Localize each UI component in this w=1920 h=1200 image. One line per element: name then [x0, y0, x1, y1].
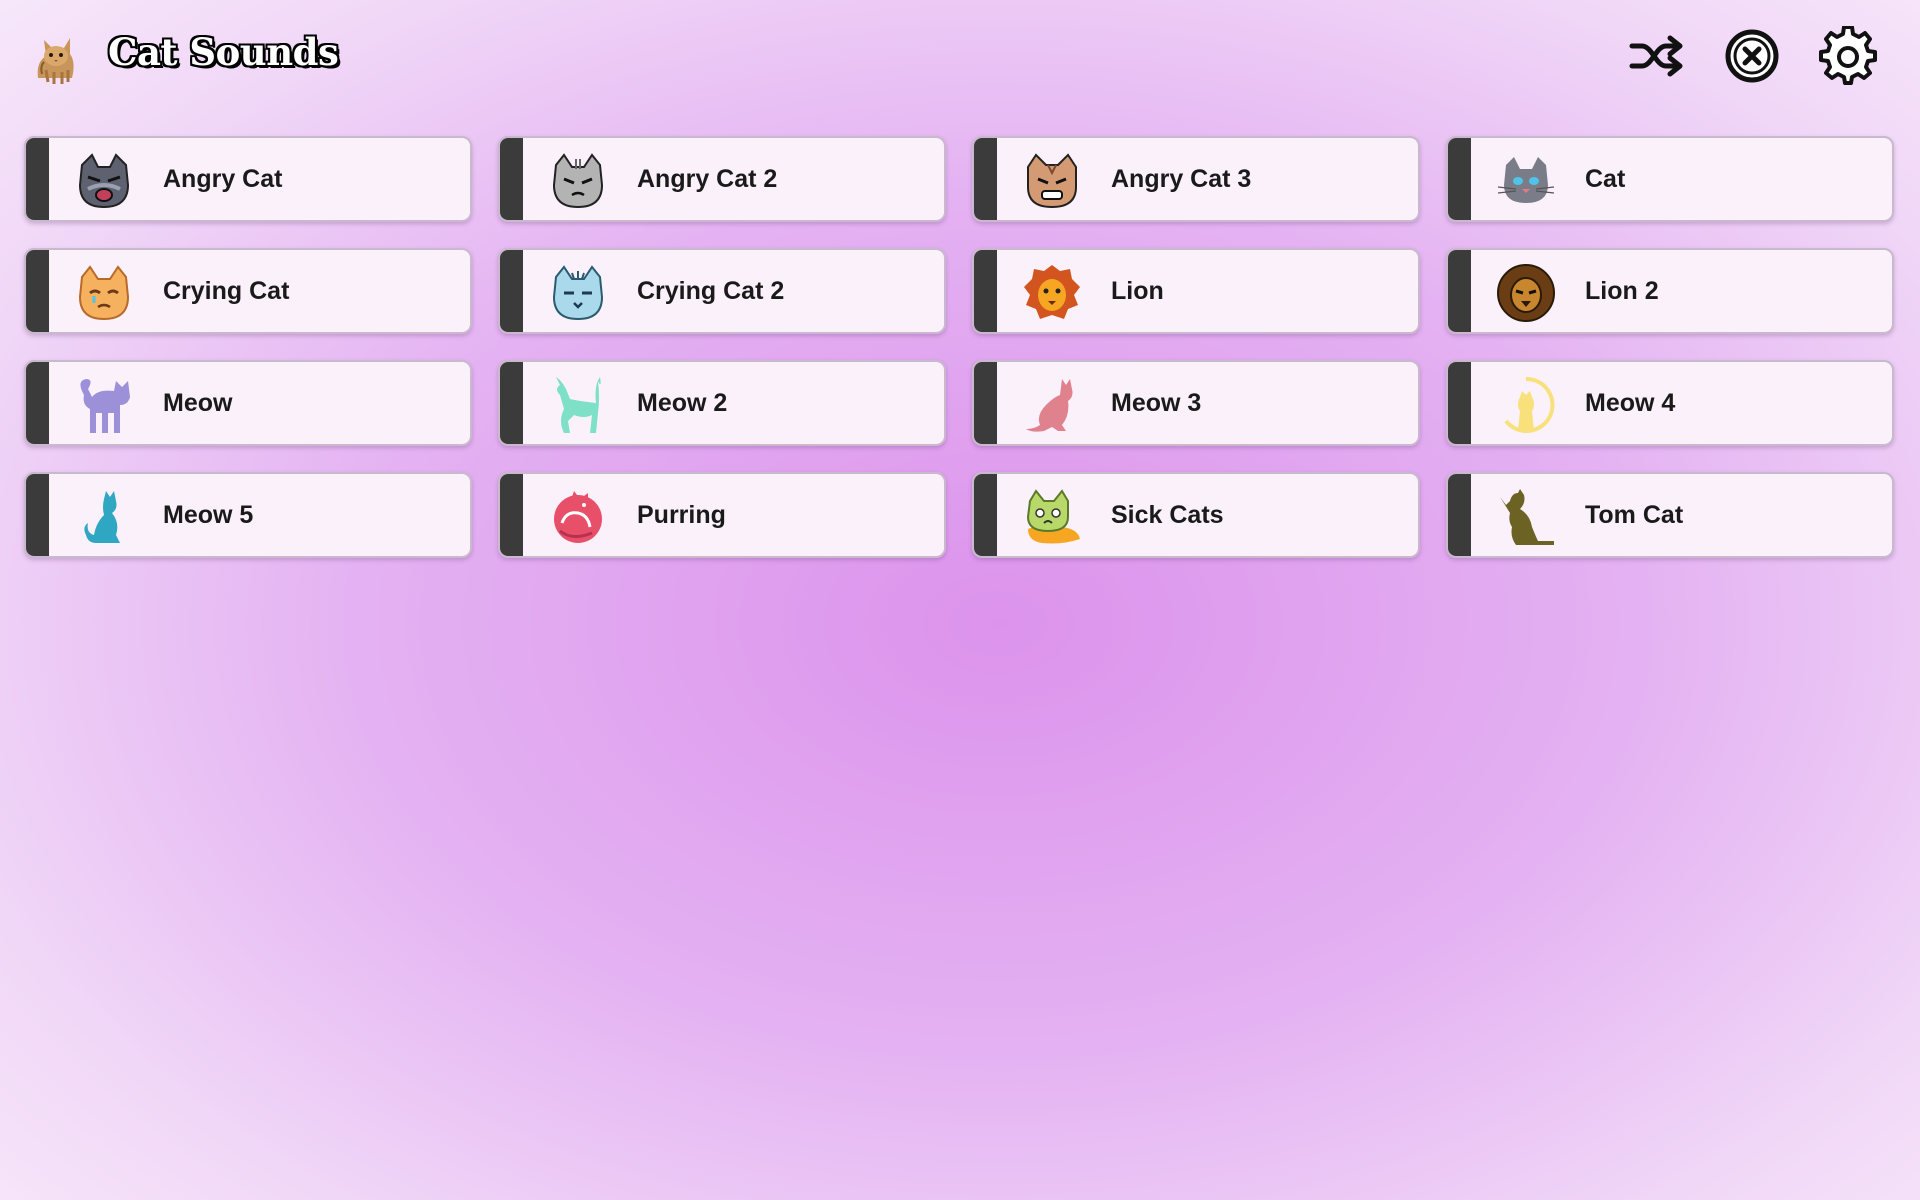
sound-label: Purring: [637, 501, 726, 529]
card-accent-bar: [1448, 250, 1471, 332]
sound-button-lion[interactable]: Lion: [972, 248, 1420, 334]
sound-label: Meow 5: [163, 501, 254, 529]
sound-button-lion-2[interactable]: Lion 2: [1446, 248, 1894, 334]
angry-cat-face-icon: [74, 151, 134, 211]
card-accent-bar: [500, 474, 523, 556]
card-accent-bar: [974, 138, 997, 220]
card-accent-bar: [26, 474, 49, 556]
card-accent-bar: [1448, 138, 1471, 220]
angry-cat-face-3-icon: [1022, 151, 1082, 211]
shuffle-icon: [1629, 35, 1683, 77]
crying-cat-face-icon: [74, 263, 134, 323]
lion-face-icon: [1022, 263, 1082, 323]
app-title: Cat Sounds: [108, 30, 339, 74]
card-accent-bar: [26, 138, 49, 220]
sound-button-sick-cats[interactable]: Sick Cats: [972, 472, 1420, 558]
sound-label: Cat: [1585, 165, 1626, 193]
tom-cat-silhouette-icon: [1496, 487, 1556, 547]
close-circle-icon: [1725, 29, 1779, 83]
cat-silhouette-2-icon: [548, 375, 608, 435]
sound-label: Meow 4: [1585, 389, 1676, 417]
sound-button-meow-4[interactable]: Meow 4: [1446, 360, 1894, 446]
sound-label: Angry Cat: [163, 165, 283, 193]
sound-label: Crying Cat: [163, 277, 290, 305]
card-accent-bar: [974, 474, 997, 556]
card-accent-bar: [974, 250, 997, 332]
card-accent-bar: [500, 362, 523, 444]
card-accent-bar: [500, 138, 523, 220]
cat-moon-icon: [1496, 375, 1556, 435]
sound-label: Tom Cat: [1585, 501, 1684, 529]
sound-button-cat[interactable]: Cat: [1446, 136, 1894, 222]
sound-button-meow[interactable]: Meow: [24, 360, 472, 446]
sound-label: Angry Cat 3: [1111, 165, 1252, 193]
sound-button-crying-cat-2[interactable]: Crying Cat 2: [498, 248, 946, 334]
curled-cat-icon: [548, 487, 608, 547]
card-accent-bar: [26, 250, 49, 332]
cat-silhouette-icon: [74, 375, 134, 435]
sound-button-crying-cat[interactable]: Crying Cat: [24, 248, 472, 334]
sound-button-meow-3[interactable]: Meow 3: [972, 360, 1420, 446]
cat-photo-icon: [28, 26, 82, 86]
card-accent-bar: [500, 250, 523, 332]
cat-silhouette-3-icon: [1022, 375, 1082, 435]
shuffle-button[interactable]: [1626, 26, 1686, 86]
sound-button-angry-cat-2[interactable]: Angry Cat 2: [498, 136, 946, 222]
sound-label: Lion 2: [1585, 277, 1659, 305]
card-accent-bar: [1448, 474, 1471, 556]
sound-label: Lion: [1111, 277, 1164, 305]
sound-button-angry-cat[interactable]: Angry Cat: [24, 136, 472, 222]
sound-label: Meow 2: [637, 389, 728, 417]
sound-button-purring[interactable]: Purring: [498, 472, 946, 558]
sound-button-angry-cat-3[interactable]: Angry Cat 3: [972, 136, 1420, 222]
card-accent-bar: [26, 362, 49, 444]
sound-label: Meow: [163, 389, 233, 417]
sound-button-tom-cat[interactable]: Tom Cat: [1446, 472, 1894, 558]
sound-label: Angry Cat 2: [637, 165, 778, 193]
sound-label: Sick Cats: [1111, 501, 1224, 529]
stop-button[interactable]: [1722, 26, 1782, 86]
settings-button[interactable]: [1818, 26, 1878, 86]
card-accent-bar: [974, 362, 997, 444]
cat-silhouette-5-icon: [74, 487, 134, 547]
app-header: Cat Sounds: [0, 0, 1920, 112]
angry-cat-face-2-icon: [548, 151, 608, 211]
sound-button-meow-5[interactable]: Meow 5: [24, 472, 472, 558]
sound-label: Crying Cat 2: [637, 277, 785, 305]
card-accent-bar: [1448, 362, 1471, 444]
gear-icon: [1819, 26, 1877, 85]
sound-button-meow-2[interactable]: Meow 2: [498, 360, 946, 446]
sound-label: Meow 3: [1111, 389, 1202, 417]
crying-cat-face-2-icon: [548, 263, 608, 323]
lion-face-2-icon: [1496, 263, 1556, 323]
sick-cat-icon: [1022, 487, 1082, 547]
cat-face-icon: [1496, 151, 1556, 211]
